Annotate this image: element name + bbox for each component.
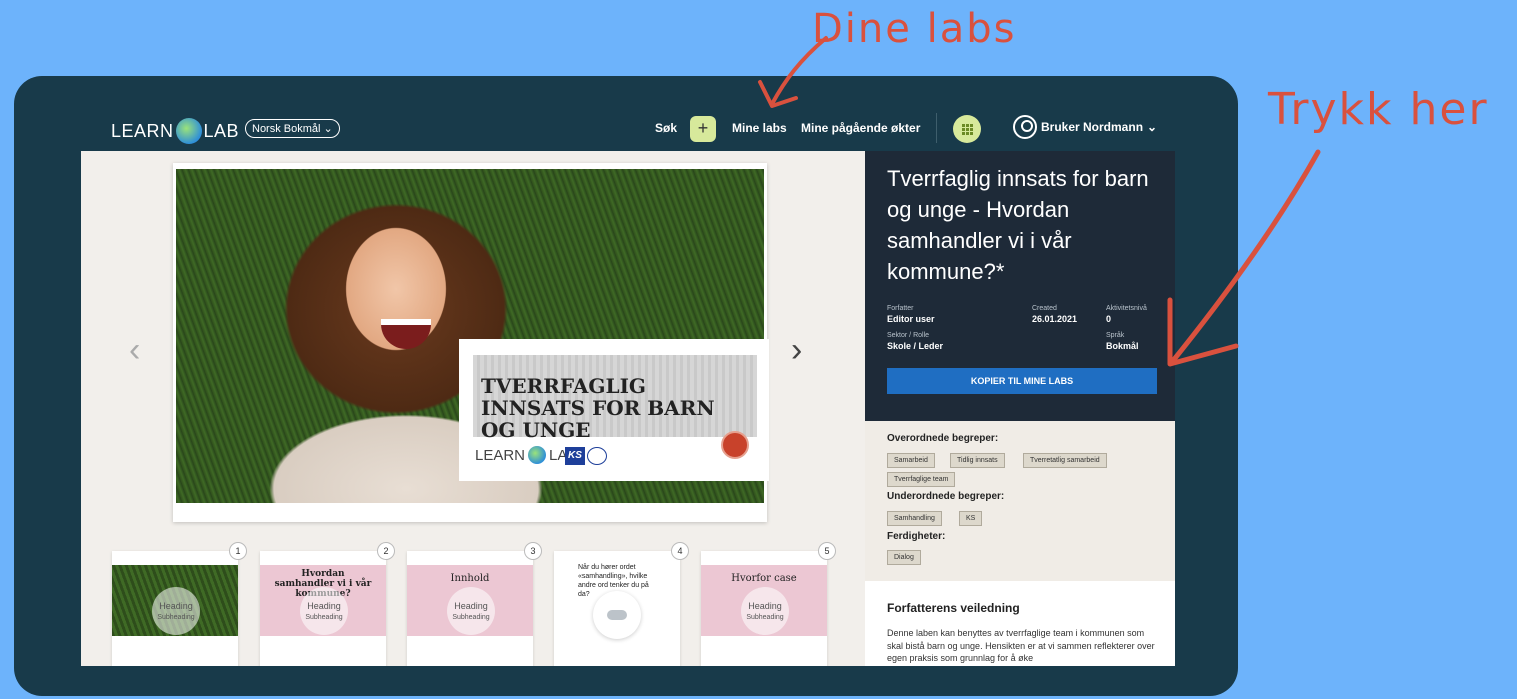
concept-tag[interactable]: Tidlig innsats <box>950 453 1005 468</box>
main-slide-preview: TVERRFAGLIG INNSATS FOR BARN OG UNGE LEA… <box>173 163 769 522</box>
grid-dot <box>966 124 969 127</box>
concept-tag[interactable]: Tverretatlig samarbeid <box>1023 453 1107 468</box>
lab-title: Tverrfaglig innsats for barn og unge - H… <box>887 166 1149 284</box>
heading-label: Heading <box>307 601 341 611</box>
search-link[interactable]: Søk <box>655 121 677 135</box>
grid-icon <box>962 124 965 127</box>
slide-learnlab-logo: LEARN LAB <box>475 446 577 464</box>
grid-dot <box>962 132 965 135</box>
language-value: Bokmål <box>1106 341 1139 351</box>
concepts-section: Overordnede begreper: Samarbeid Tidlig i… <box>865 421 1175 581</box>
superordinate-heading: Overordnede begreper: <box>887 433 999 444</box>
learnlab-logo[interactable]: LEARN LAB <box>111 118 239 144</box>
globe-icon <box>528 446 547 464</box>
ks-logo: KS <box>565 447 585 465</box>
thumbnail-title: Innhold <box>450 573 490 584</box>
skills-heading: Ferdigheter: <box>887 531 946 542</box>
my-sessions-link[interactable]: Mine pågående økter <box>801 121 920 135</box>
guide-heading: Forfatterens veiledning <box>887 601 1020 615</box>
grid-dot <box>962 128 965 131</box>
app-screen: LEARN LAB Norsk Bokmål ⌄ Søk + Mine labs… <box>81 105 1175 666</box>
thumbnail-number: 1 <box>229 542 247 560</box>
slide-logo-left: LEARN <box>475 446 526 464</box>
chevron-down-icon: ⌄ <box>1147 120 1158 134</box>
grid-dot <box>970 128 973 131</box>
title-band: TVERRFAGLIG INNSATS FOR BARN OG UNGE <box>473 355 757 441</box>
activity-value: 0 <box>1106 314 1112 324</box>
grid-dot <box>970 124 973 127</box>
thumbnail-number: 4 <box>671 542 689 560</box>
created-label: Created <box>1032 305 1057 312</box>
logo-text-left: LEARN <box>111 120 174 141</box>
chevron-down-icon: ⌄ <box>323 123 333 135</box>
thumbnail-number: 2 <box>377 542 395 560</box>
heading-label: Heading <box>454 601 488 611</box>
copy-to-my-labs-button[interactable]: KOPIER TIL MINE LABS <box>887 368 1157 394</box>
lab-details-panel: Tverrfaglig innsats for barn og unge - H… <box>865 151 1175 666</box>
sector-label: Sektor / Rolle <box>887 332 930 339</box>
subheading-label: Subheading <box>746 614 784 621</box>
annotation-trykk-her: Trykk her <box>1268 84 1489 135</box>
plus-icon: + <box>697 118 709 138</box>
annotation-dine-labs: Dine labs <box>812 6 1017 52</box>
heading-label: Heading <box>748 601 782 611</box>
globe-icon <box>175 118 202 144</box>
concept-tag[interactable]: Tverrfaglige team <box>887 472 956 487</box>
cloud-icon <box>593 591 641 639</box>
concept-tag[interactable]: Samhandling <box>887 511 942 526</box>
heading-placeholder: Heading Subheading <box>741 587 789 635</box>
slide-thumbnail-2[interactable]: 2 Hvordan samhandler vi i vår kommune? H… <box>260 542 395 666</box>
nav-divider <box>936 113 937 143</box>
previous-slide-chevron-icon[interactable]: ‹ <box>129 331 140 370</box>
grid-dot <box>966 132 969 135</box>
author-guide-section: Forfatterens veiledning Denne laben kan … <box>865 581 1175 666</box>
skill-tag[interactable]: Dialog <box>887 550 921 565</box>
heading-placeholder: Heading Subheading <box>300 587 348 635</box>
guide-text: Denne laben kan benyttes av tverrfaglige… <box>887 628 1155 663</box>
language-label: Språk <box>1106 332 1125 339</box>
subheading-label: Subheading <box>157 614 195 621</box>
thumbnail-number: 5 <box>818 542 836 560</box>
thumbnail-number: 3 <box>524 542 542 560</box>
heading-placeholder: Heading Subheading <box>447 587 495 635</box>
slide-thumbnail-3[interactable]: 3 Innhold Heading Subheading <box>407 542 542 666</box>
slide-thumbnail-5[interactable]: 5 Hvorfor case Heading Subheading <box>701 542 836 666</box>
subordinate-heading: Underordnede begreper: <box>887 491 1005 502</box>
add-button[interactable]: + <box>690 116 716 142</box>
language-selector[interactable]: Norsk Bokmål ⌄ <box>245 119 340 138</box>
concept-tag[interactable]: KS <box>959 511 983 526</box>
slide-title-card: TVERRFAGLIG INNSATS FOR BARN OG UNGE LEA… <box>459 339 769 481</box>
logo-text-right: LAB <box>203 120 240 141</box>
top-navigation-bar: LEARN LAB Norsk Bokmål ⌄ Søk + Mine labs… <box>81 105 1175 151</box>
subheading-label: Subheading <box>305 614 343 621</box>
concept-tag[interactable]: Samarbeid <box>887 453 935 468</box>
heading-placeholder: Heading Subheading <box>152 587 200 635</box>
slide-title: TVERRFAGLIG INNSATS FOR BARN OG UNGE <box>481 374 715 442</box>
slide-thumbnail-4[interactable]: 4 Når du hører ordet «samhandling», hvil… <box>554 542 689 666</box>
created-value: 26.01.2021 <box>1032 314 1078 324</box>
language-label: Norsk Bokmål <box>252 123 321 135</box>
ks-ring-icon <box>587 447 607 465</box>
lab-header: Tverrfaglig innsats for barn og unge - H… <box>865 151 1175 421</box>
thumbnail-title: Hvorfor case <box>731 573 797 584</box>
sector-value: Skole / Leder <box>887 341 944 351</box>
subheading-label: Subheading <box>452 614 490 621</box>
heading-label: Heading <box>159 601 193 611</box>
author-value: Editor user <box>887 314 935 324</box>
activity-label: Aktivitetsnivå <box>1106 305 1147 312</box>
my-labs-link[interactable]: Mine labs <box>732 121 787 135</box>
photo-detail <box>381 319 431 349</box>
user-avatar-icon <box>1013 115 1037 139</box>
user-menu[interactable]: Bruker Nordmann ⌄ <box>1013 115 1157 139</box>
grid-dot <box>966 128 969 131</box>
seal-icon <box>721 431 749 459</box>
grid-dot <box>970 132 973 135</box>
user-name: Bruker Nordmann <box>1041 120 1144 134</box>
slide-thumbnail-1[interactable]: 1 Heading Subheading <box>112 542 247 666</box>
author-label: Forfatter <box>887 305 914 312</box>
apps-grid-button[interactable] <box>953 115 981 143</box>
next-slide-chevron-icon[interactable]: › <box>791 331 802 370</box>
